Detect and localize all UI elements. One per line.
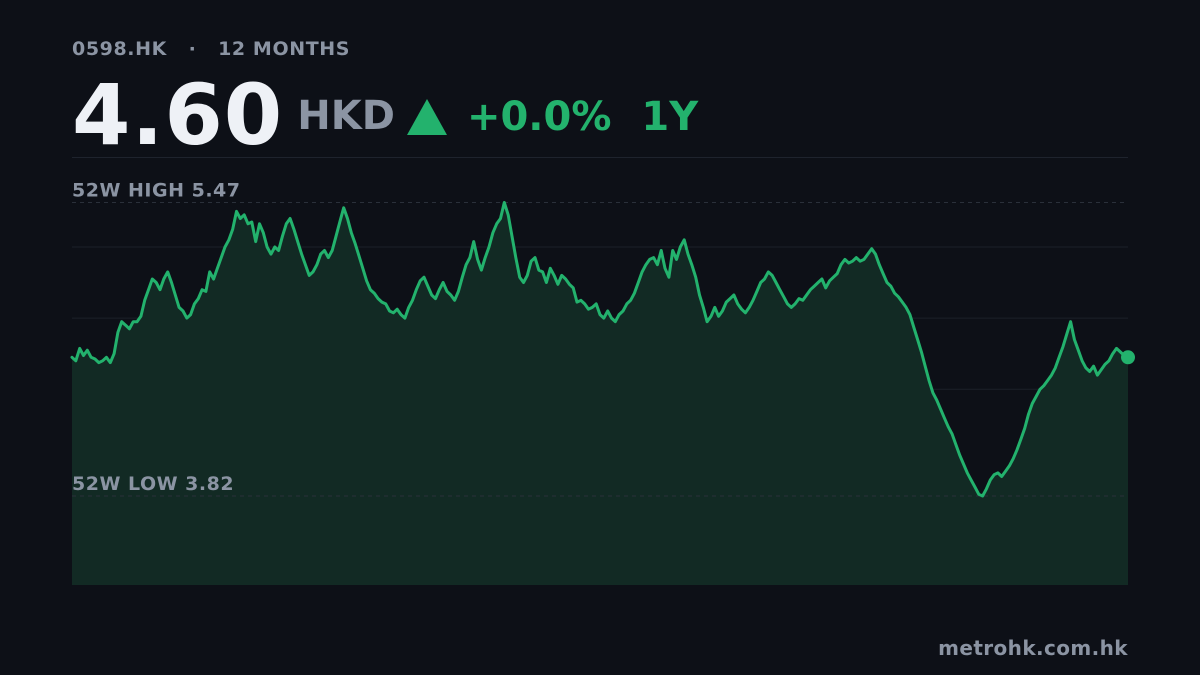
source-watermark: metrohk.com.hk — [938, 636, 1128, 660]
last-price-dot — [1121, 350, 1135, 365]
low-reference-label: 52W LOW 3.82 — [72, 473, 234, 495]
price-chart: 52W HIGH 5.47 52W LOW 3.82 — [70, 179, 1135, 585]
price-area-fill — [72, 202, 1128, 585]
high-reference-label: 52W HIGH 5.47 — [72, 179, 240, 201]
